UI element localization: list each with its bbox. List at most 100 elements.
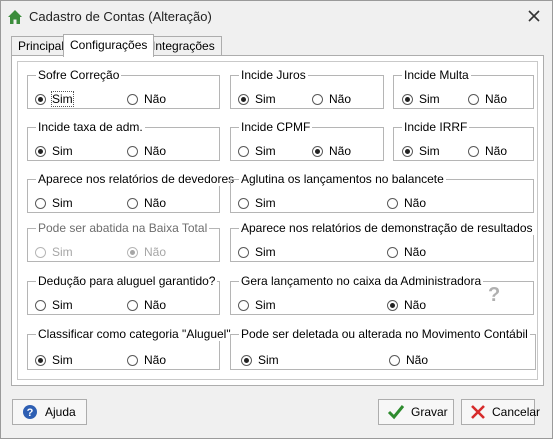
radio-circle	[238, 145, 249, 157]
radio-incide-cpmf-sim[interactable]: Sim	[238, 144, 276, 158]
radio-dot	[38, 148, 43, 154]
checkmark-icon	[387, 403, 405, 421]
radio-incide-irrf-nao[interactable]: Não	[468, 144, 507, 158]
group-label: Incide Juros	[239, 68, 308, 82]
radio-label: Sim	[52, 298, 73, 312]
radio-circle	[35, 246, 46, 258]
radio-deletada-movimento-contabil-nao[interactable]: Não	[389, 353, 428, 367]
radio-circle	[127, 197, 138, 209]
radio-label: Sim	[255, 144, 276, 158]
radio-incide-juros-sim[interactable]: Sim	[238, 92, 276, 106]
radio-circle	[127, 145, 138, 157]
radio-circle	[402, 93, 413, 105]
group-label: Incide taxa de adm.	[36, 120, 145, 134]
radio-label: Sim	[419, 92, 440, 106]
radio-circle	[468, 145, 479, 157]
radio-aparece-rel-devedores-sim[interactable]: Sim	[35, 196, 73, 210]
radio-incide-irrf-sim[interactable]: Sim	[402, 144, 440, 158]
group-label: Gera lançamento no caixa da Administrado…	[239, 274, 484, 288]
save-button[interactable]: Gravar	[378, 399, 454, 425]
radio-circle	[35, 299, 46, 311]
radio-label: Sim	[52, 353, 73, 367]
save-button-label: Gravar	[411, 405, 448, 419]
radio-label: Sim	[52, 196, 73, 210]
radio-circle	[238, 197, 249, 209]
radio-classificar-aluguel-nao[interactable]: Não	[127, 353, 166, 367]
radio-label: Não	[144, 353, 167, 367]
radio-label: Não	[329, 92, 352, 106]
radio-deletada-movimento-contabil-sim[interactable]: Sim	[241, 353, 279, 367]
radio-label: Sim	[51, 91, 74, 107]
radio-circle	[387, 246, 398, 258]
radio-dot	[405, 148, 410, 154]
radio-label: Não	[404, 196, 427, 210]
radio-aglutina-balancete-nao[interactable]: Não	[387, 196, 426, 210]
radio-label: Sim	[255, 92, 276, 106]
radio-dot	[130, 249, 135, 255]
radio-aglutina-balancete-sim[interactable]: Sim	[238, 196, 276, 210]
radio-label: Sim	[258, 353, 279, 367]
radio-circle	[312, 93, 323, 105]
radio-label: Sim	[52, 245, 73, 259]
radio-incide-taxa-adm-sim[interactable]: Sim	[35, 144, 73, 158]
tab-integracoes[interactable]: Integrações	[145, 36, 222, 56]
help-icon: ?	[21, 403, 39, 421]
radio-circle	[127, 354, 138, 366]
radio-sofre-correcao-nao[interactable]: Não	[127, 92, 166, 106]
radio-incide-taxa-adm-nao[interactable]: Não	[127, 144, 166, 158]
radio-label: Não	[485, 144, 508, 158]
radio-circle	[238, 246, 249, 258]
radio-circle	[35, 145, 46, 157]
radio-label: Não	[144, 245, 167, 259]
radio-aparece-rel-devedores-nao[interactable]: Não	[127, 196, 166, 210]
radio-dot	[38, 96, 43, 102]
radio-label: Sim	[52, 144, 73, 158]
radio-label: Não	[406, 353, 429, 367]
group-label: Pode ser deletada ou alterada no Movimen…	[239, 327, 530, 341]
radio-label: Sim	[255, 298, 276, 312]
help-button-label: Ajuda	[45, 405, 76, 419]
title-bar: Cadastro de Contas (Alteração)	[1, 1, 552, 33]
radio-gera-lancamento-caixa-sim[interactable]: Sim	[238, 298, 276, 312]
radio-dot	[390, 302, 395, 308]
group-label: Sofre Correção	[36, 68, 122, 82]
radio-label: Não	[144, 144, 167, 158]
radio-circle	[127, 93, 138, 105]
close-button[interactable]	[524, 7, 544, 27]
radio-aparece-rel-demonstracao-sim[interactable]: Sim	[238, 245, 276, 259]
radio-incide-juros-nao[interactable]: Não	[312, 92, 351, 106]
radio-dot	[38, 357, 43, 363]
radio-label: Sim	[255, 196, 276, 210]
radio-label: Não	[144, 298, 167, 312]
radio-dot	[315, 148, 320, 154]
radio-circle	[238, 93, 249, 105]
radio-circle	[241, 354, 252, 366]
cross-icon	[470, 403, 486, 421]
radio-classificar-aluguel-sim[interactable]: Sim	[35, 353, 73, 367]
radio-incide-multa-sim[interactable]: Sim	[402, 92, 440, 106]
radio-circle	[35, 197, 46, 209]
tab-configuracoes[interactable]: Configurações	[63, 34, 155, 57]
radio-circle	[127, 299, 138, 311]
radio-dot	[244, 357, 249, 363]
radio-deducao-aluguel-garantido-nao[interactable]: Não	[127, 298, 166, 312]
cancel-button[interactable]: Cancelar	[461, 399, 540, 425]
radio-incide-multa-nao[interactable]: Não	[468, 92, 507, 106]
radio-label: Não	[144, 196, 167, 210]
radio-circle	[127, 246, 138, 258]
radio-incide-cpmf-nao[interactable]: Não	[312, 144, 351, 158]
radio-circle	[238, 299, 249, 311]
group-label: Incide IRRF	[402, 120, 470, 134]
radio-circle	[312, 145, 323, 157]
radio-dot	[241, 96, 246, 102]
radio-deducao-aluguel-garantido-sim[interactable]: Sim	[35, 298, 73, 312]
radio-circle	[35, 93, 46, 105]
radio-gera-lancamento-caixa-nao[interactable]: Não	[387, 298, 426, 312]
help-button[interactable]: ? Ajuda	[12, 399, 87, 425]
radio-circle	[402, 145, 413, 157]
radio-sofre-correcao-sim[interactable]: Sim	[35, 91, 74, 107]
group-label: Incide CPMF	[239, 120, 313, 134]
radio-circle	[387, 197, 398, 209]
group-label: Dedução para aluguel garantido?	[36, 274, 218, 288]
radio-aparece-rel-demonstracao-nao[interactable]: Não	[387, 245, 426, 259]
